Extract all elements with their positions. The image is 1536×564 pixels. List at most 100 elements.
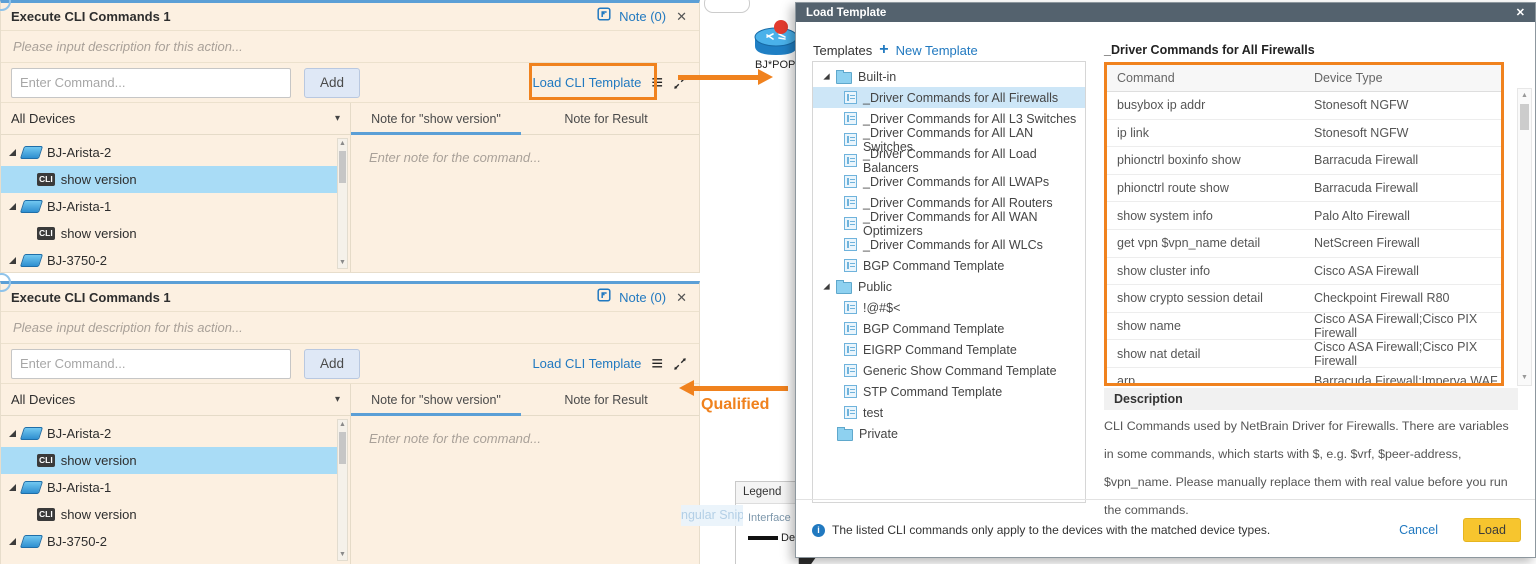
template-item[interactable]: BGP Command Template <box>813 318 1085 339</box>
cancel-button[interactable]: Cancel <box>1399 523 1438 537</box>
menu-icon[interactable]: ≡ <box>651 354 663 374</box>
tab-note-command[interactable]: Note for "show version" <box>351 103 521 134</box>
table-row[interactable]: get vpn $vpn_name detailNetScreen Firewa… <box>1107 230 1501 258</box>
template-icon <box>844 322 857 335</box>
expand-triangle-icon[interactable] <box>9 203 16 210</box>
expand-triangle-icon[interactable] <box>823 73 829 79</box>
tree-scrollbar[interactable]: ▲▼ <box>337 419 348 561</box>
template-item[interactable]: _Driver Commands for All Firewalls <box>813 87 1085 108</box>
expand-triangle-icon[interactable] <box>9 538 16 545</box>
table-row[interactable]: show system infoPalo Alto Firewall <box>1107 202 1501 230</box>
template-item[interactable]: _Driver Commands for All LWAPs <box>813 171 1085 192</box>
folder-icon <box>837 429 853 441</box>
expand-triangle-icon[interactable] <box>9 149 16 156</box>
add-button[interactable]: Add <box>304 349 360 379</box>
template-item[interactable]: STP Command Template <box>813 381 1085 402</box>
close-icon[interactable]: ✕ <box>674 9 689 25</box>
collapse-diagonal-icon[interactable] <box>673 357 687 371</box>
tree-command-row[interactable]: CLIshow version <box>1 220 337 247</box>
legend-line-swatch <box>748 536 778 540</box>
template-folder[interactable]: Built-in <box>813 66 1085 87</box>
devices-dropdown[interactable]: All Devices ▾ <box>1 103 351 134</box>
devices-dropdown-label: All Devices <box>11 111 75 126</box>
plus-icon[interactable]: + <box>879 42 888 58</box>
scrollbar-thumb[interactable] <box>1520 104 1529 130</box>
template-item[interactable]: !@#$< <box>813 297 1085 318</box>
legend-line-label: De <box>781 532 795 544</box>
menu-icon[interactable]: ≡ <box>651 73 663 93</box>
close-icon[interactable]: ✕ <box>674 290 689 306</box>
map-toolbar-button[interactable] <box>704 0 750 13</box>
template-item[interactable]: EIGRP Command Template <box>813 339 1085 360</box>
tree-command-row[interactable]: CLIshow version <box>1 501 337 528</box>
template-folder[interactable]: Public <box>813 276 1085 297</box>
template-folder[interactable]: Private <box>813 423 1085 444</box>
tab-note-result[interactable]: Note for Result <box>521 103 691 134</box>
expand-triangle-icon[interactable] <box>9 430 16 437</box>
new-template-link[interactable]: New Template <box>896 43 978 58</box>
tree-scrollbar[interactable]: ▲▼ <box>337 138 348 269</box>
arrow-right-head <box>758 69 773 85</box>
template-item[interactable]: BGP Command Template <box>813 255 1085 276</box>
table-row[interactable]: show cluster infoCisco ASA Firewall <box>1107 258 1501 286</box>
device-tree: BJ-Arista-2 CLIshow version BJ-Arista-1 … <box>1 135 351 272</box>
expand-triangle-icon[interactable] <box>9 484 16 491</box>
tab-note-command[interactable]: Note for "show version" <box>351 384 521 415</box>
templates-label: Templates <box>813 43 872 58</box>
expand-triangle-icon[interactable] <box>9 257 16 264</box>
table-row[interactable]: phionctrl route showBarracuda Firewall <box>1107 175 1501 203</box>
tree-device-row[interactable]: BJ-Arista-2 <box>1 139 337 166</box>
note-editor[interactable]: Enter note for the command... <box>351 135 699 272</box>
tab-note-result[interactable]: Note for Result <box>521 384 691 415</box>
note-editor[interactable]: Enter note for the command... <box>351 416 699 564</box>
tree-device-row[interactable]: BJ-Arista-2 <box>1 420 337 447</box>
table-row[interactable]: show nameCisco ASA Firewall;Cisco PIX Fi… <box>1107 313 1501 341</box>
template-icon <box>844 343 857 356</box>
table-row[interactable]: show crypto session detailCheckpoint Fir… <box>1107 285 1501 313</box>
table-row[interactable]: show nat detailCisco ASA Firewall;Cisco … <box>1107 340 1501 368</box>
command-input[interactable] <box>11 68 291 98</box>
note-popout-icon[interactable] <box>597 288 611 307</box>
template-item[interactable]: _Driver Commands for All Load Balancers <box>813 150 1085 171</box>
load-button[interactable]: Load <box>1463 518 1521 542</box>
cli-badge: CLI <box>37 508 55 521</box>
scrollbar-thumb[interactable] <box>339 151 346 183</box>
modal-close-icon[interactable]: ✕ <box>1516 6 1525 19</box>
devices-dropdown[interactable]: All Devices ▾ <box>1 384 351 415</box>
legend-title: Legend <box>736 482 798 504</box>
load-cli-template-link[interactable]: Load CLI Template <box>532 75 641 90</box>
tree-device-row[interactable]: BJ-Arista-1 <box>1 193 337 220</box>
note-link[interactable]: Note (0) <box>619 290 666 305</box>
template-icon <box>844 259 857 272</box>
panel-title: Execute CLI Commands 1 <box>11 290 171 305</box>
expand-triangle-icon[interactable] <box>823 283 829 289</box>
command-input[interactable] <box>11 349 291 379</box>
template-item[interactable]: test <box>813 402 1085 423</box>
tree-device-row[interactable]: BJ-3750-2 <box>1 528 337 555</box>
tree-device-row[interactable]: BJ-Arista-1 <box>1 474 337 501</box>
table-row[interactable]: arpBarracuda Firewall;Imperva WAF <box>1107 368 1501 386</box>
description-placeholder[interactable]: Please input description for this action… <box>1 312 699 344</box>
table-scrollbar[interactable]: ▲ ▼ <box>1517 88 1532 386</box>
device-icon <box>20 427 43 440</box>
note-placeholder: Enter note for the command... <box>369 431 541 446</box>
table-row[interactable]: busybox ip addrStonesoft NGFW <box>1107 92 1501 120</box>
snip-watermark: ngular Snip <box>681 505 743 526</box>
template-item[interactable]: Generic Show Command Template <box>813 360 1085 381</box>
table-row[interactable]: phionctrl boxinfo showBarracuda Firewall <box>1107 147 1501 175</box>
table-row[interactable]: ip linkStonesoft NGFW <box>1107 120 1501 148</box>
device-icon <box>20 535 43 548</box>
add-button[interactable]: Add <box>304 68 360 98</box>
scrollbar-thumb[interactable] <box>339 432 346 464</box>
description-placeholder[interactable]: Please input description for this action… <box>1 31 699 63</box>
description-header: Description <box>1104 388 1518 410</box>
tree-device-row[interactable]: BJ-3750-2 <box>1 247 337 272</box>
note-link[interactable]: Note (0) <box>619 9 666 24</box>
note-popout-icon[interactable] <box>597 7 611 26</box>
tree-command-row[interactable]: CLIshow version <box>1 166 337 193</box>
template-item[interactable]: _Driver Commands for All WAN Optimizers <box>813 213 1085 234</box>
load-cli-template-link[interactable]: Load CLI Template <box>532 356 641 371</box>
column-header-device-type: Device Type <box>1314 71 1501 85</box>
tree-command-row[interactable]: CLIshow version <box>1 447 337 474</box>
legend-interface-label: Interface <box>748 512 798 524</box>
